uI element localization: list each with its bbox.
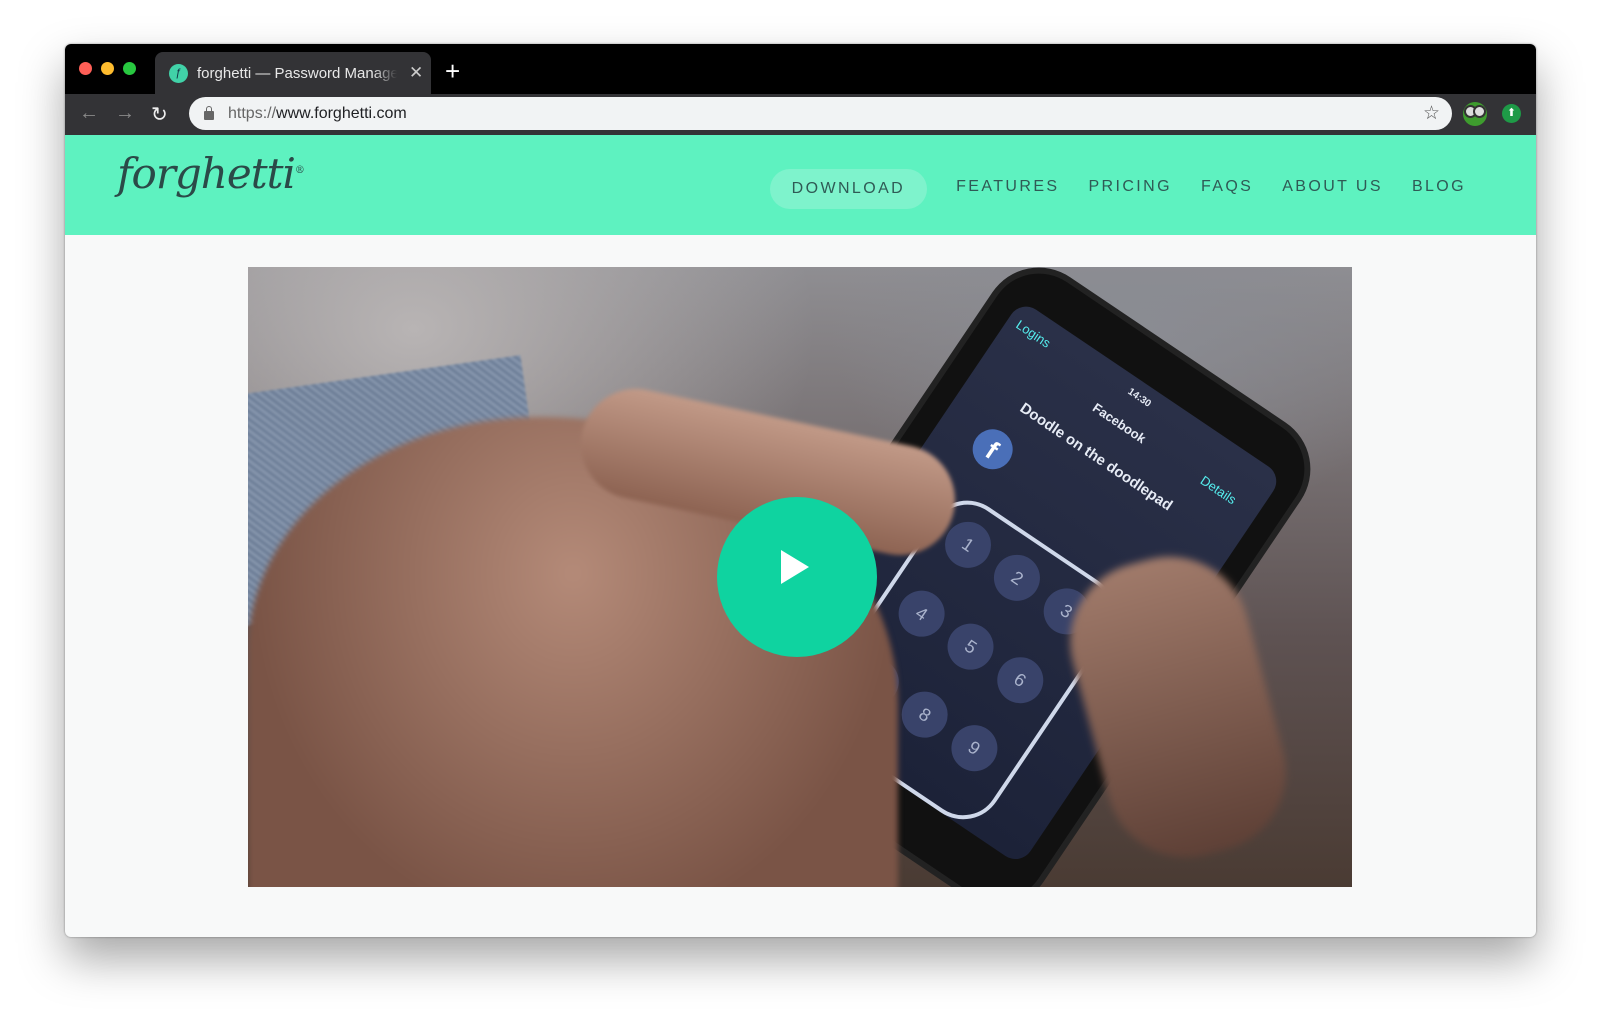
forghetti-logo[interactable]: forghetti®: [117, 149, 305, 198]
nav-about-us[interactable]: ABOUT US: [1282, 178, 1383, 196]
lock-icon: [204, 106, 214, 120]
logo-text: forghetti: [117, 149, 296, 198]
maximize-window-button[interactable]: [123, 62, 136, 75]
phone-back: Logins: [1013, 316, 1054, 351]
phone-details: Details: [1197, 472, 1240, 508]
nav-features[interactable]: FEATURES: [956, 178, 1059, 196]
key: 2: [985, 546, 1050, 610]
forward-icon[interactable]: →: [115, 102, 135, 125]
browser-tab[interactable]: ƒ forghetti — Password Manager ✕: [155, 52, 431, 94]
tab-bar: ƒ forghetti — Password Manager ✕ +: [65, 44, 1536, 94]
nav-pricing[interactable]: PRICING: [1088, 178, 1171, 196]
key: 8: [892, 683, 957, 748]
toolbar: ← → ↻ https://www.forghetti.com ☆ ⬆: [65, 94, 1536, 135]
close-window-button[interactable]: [79, 62, 92, 75]
new-tab-button[interactable]: +: [445, 56, 460, 87]
phone-time: 14:30: [1125, 386, 1153, 410]
nav-download-button[interactable]: DOWNLOAD: [769, 169, 928, 209]
nav-faqs[interactable]: FAQS: [1201, 178, 1253, 196]
holding-hand: [1052, 538, 1304, 876]
favicon-icon: ƒ: [169, 63, 188, 83]
extension-frog-icon[interactable]: [1463, 102, 1487, 126]
key: 5: [939, 614, 1003, 679]
video-player[interactable]: Logins 14:30 Facebook Details Doodle on …: [248, 267, 1352, 887]
back-icon[interactable]: ←: [79, 102, 99, 125]
address-bar[interactable]: https://www.forghetti.com ☆: [189, 97, 1452, 130]
facebook-icon: f: [964, 421, 1021, 478]
minimize-window-button[interactable]: [101, 62, 114, 75]
key: 6: [988, 647, 1053, 712]
key: 4: [889, 581, 954, 646]
url-scheme: https://: [228, 104, 277, 122]
url-host: www.forghetti.com: [276, 104, 407, 122]
main-nav: DOWNLOAD FEATURES PRICING FAQS ABOUT US …: [769, 167, 1466, 209]
close-tab-icon[interactable]: ✕: [409, 63, 423, 83]
star-icon[interactable]: ☆: [1423, 102, 1440, 125]
phone-title: Facebook: [1089, 399, 1149, 447]
reload-icon[interactable]: ↻: [151, 102, 168, 127]
play-button[interactable]: [717, 497, 877, 657]
tab-title: forghetti — Password Manager: [197, 64, 397, 82]
key: 9: [942, 716, 1006, 781]
browser-window: ƒ forghetti — Password Manager ✕ + ← → ↻…: [65, 44, 1536, 937]
nav-blog[interactable]: BLOG: [1412, 178, 1466, 196]
site-header: forghetti® DOWNLOAD FEATURES PRICING FAQ…: [65, 135, 1536, 235]
extension-upload-icon[interactable]: ⬆: [1502, 104, 1521, 123]
